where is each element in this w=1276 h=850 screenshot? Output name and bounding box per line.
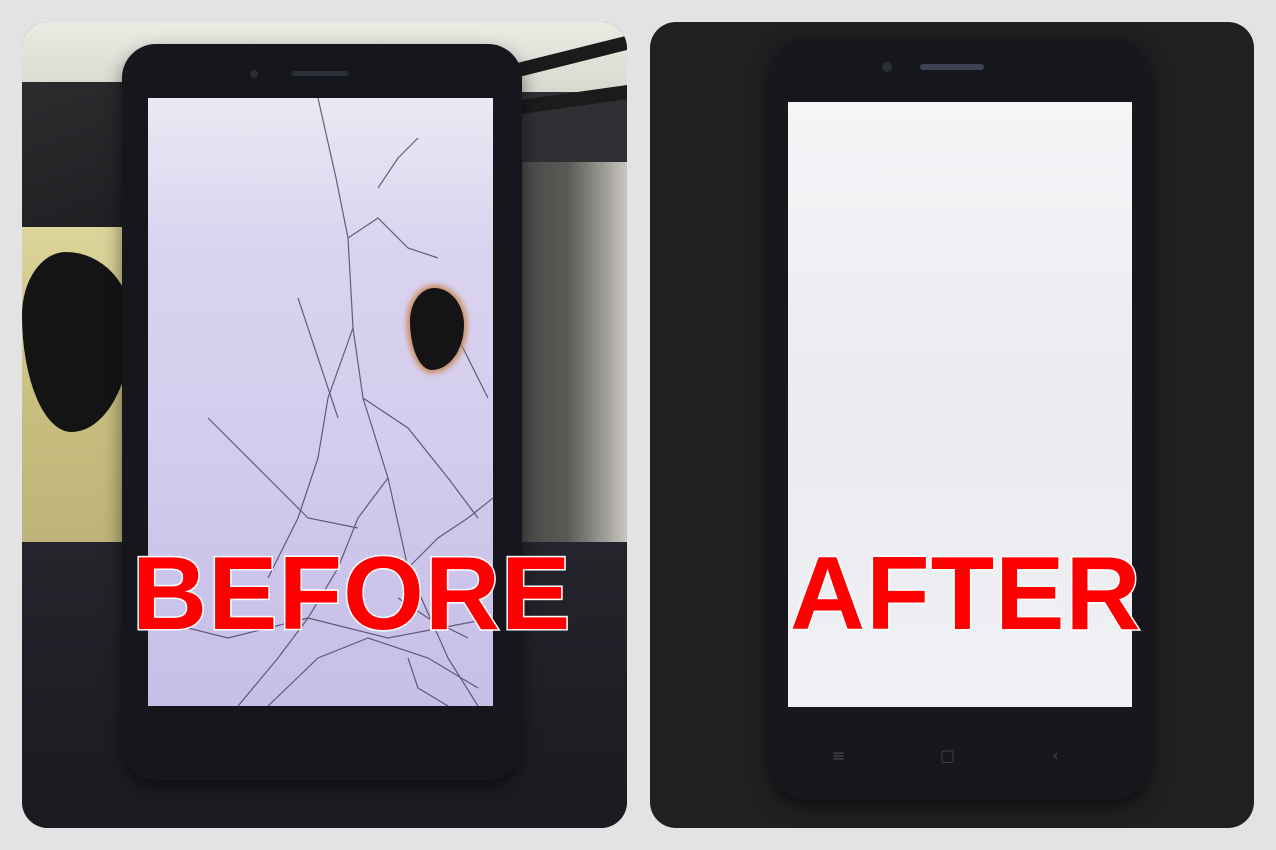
before-photo-panel: BEFORE <box>22 22 627 828</box>
earpiece-speaker <box>292 71 348 76</box>
before-caption: BEFORE <box>130 536 572 652</box>
front-camera <box>250 70 258 78</box>
menu-key-icon: ≡ <box>832 746 846 765</box>
after-caption: AFTER <box>789 536 1143 652</box>
back-key-icon: ‹ <box>1052 746 1059 765</box>
earpiece-speaker <box>920 64 984 70</box>
repaired-phone: ≡ ▢ ‹ <box>770 38 1150 800</box>
cracked-phone <box>122 44 522 780</box>
front-camera <box>882 62 892 72</box>
after-photo-panel: ≡ ▢ ‹ AFTER <box>650 22 1254 828</box>
home-key-icon: ▢ <box>940 746 956 765</box>
